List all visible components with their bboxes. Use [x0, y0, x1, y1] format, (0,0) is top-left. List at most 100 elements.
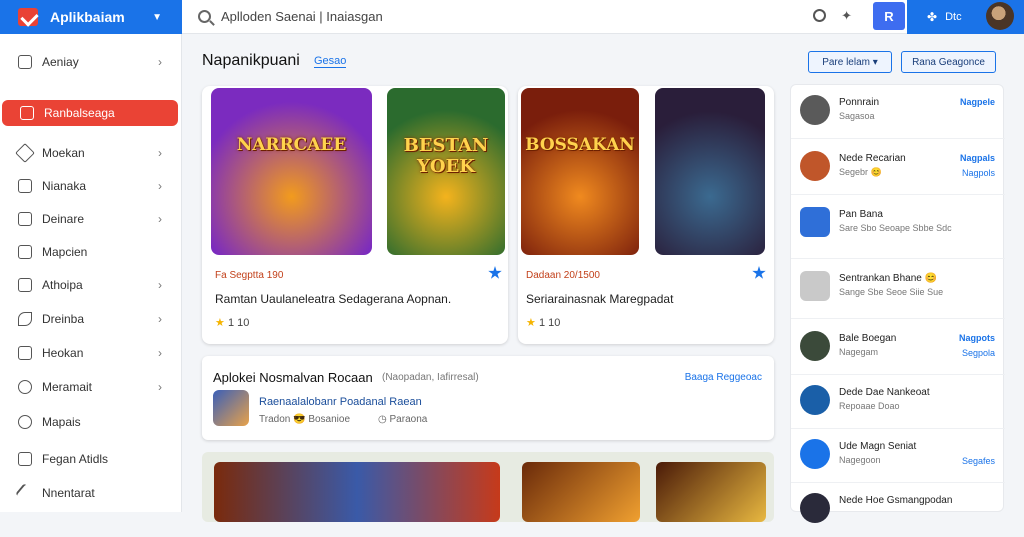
- pen-icon: [15, 483, 35, 503]
- see-all-link[interactable]: Gesao: [314, 55, 347, 68]
- featured-subtitle: (Naopadan, Iafirresal): [382, 372, 479, 383]
- account-menu[interactable]: ✤ Dtc: [907, 0, 1024, 34]
- avatar[interactable]: [800, 385, 830, 415]
- item-name: Sentrankan Bhane 😊: [839, 273, 938, 284]
- chevron-right-icon: ›: [158, 278, 162, 292]
- list-item[interactable]: Dede Dae Nankeoat Repoaae Doao: [791, 375, 1005, 429]
- list-item[interactable]: Sentrankan Bhane 😊 Sange Sbe Seoe Siie Su…: [791, 261, 1005, 319]
- list-item[interactable]: Bale Boegan Nagegam Nagpots Segpola: [791, 321, 1005, 375]
- profile-button[interactable]: R: [873, 2, 905, 30]
- sort-button[interactable]: Rana Geagonce: [901, 51, 996, 73]
- app-name[interactable]: Raenaalalobanr Poadanal Raean: [259, 396, 422, 408]
- game-thumbnail[interactable]: [656, 462, 766, 522]
- star-icon: ★: [526, 317, 536, 329]
- app-icon[interactable]: [800, 271, 830, 301]
- list-item[interactable]: Nede Hoe Gsmangpodan: [791, 483, 1005, 537]
- sidebar-item[interactable]: Dreinba ›: [0, 306, 182, 332]
- list-item[interactable]: Pan Bana Sare Sbo Seoape Sbbe Sdc: [791, 197, 1005, 259]
- sidebar-item-label: Mapais: [42, 415, 81, 429]
- app-icon[interactable]: [213, 390, 249, 426]
- favorite-star-icon[interactable]: [488, 266, 502, 279]
- avatar[interactable]: [800, 151, 830, 181]
- circle-icon[interactable]: [813, 9, 826, 22]
- search-bar[interactable]: ✦: [186, 0, 862, 33]
- sidebar-item[interactable]: Fegan Atidls: [0, 446, 182, 472]
- chevron-right-icon: ›: [158, 346, 162, 360]
- folder-icon: [20, 106, 34, 120]
- star-icon: ★: [215, 317, 225, 329]
- sidebar-item[interactable]: Nianaka ›: [0, 173, 182, 199]
- game-thumbnail[interactable]: [522, 462, 640, 522]
- shield-icon: [18, 346, 32, 360]
- game-thumbnail-title: BESTAN YOEK: [403, 134, 489, 177]
- extension-icon[interactable]: ✦: [841, 8, 852, 24]
- avatar[interactable]: [800, 95, 830, 125]
- item-name: Ude Magn Seniat: [839, 441, 917, 452]
- list-item[interactable]: Ude Magn Seniat Nagegoon Segafes: [791, 429, 1005, 483]
- sidebar-item-label: Meramait: [42, 380, 93, 394]
- item-meta: Nagpols: [961, 168, 995, 178]
- chevron-down-icon[interactable]: ▼: [152, 12, 162, 23]
- game-card-right[interactable]: BOSSAKAN Dadaan 20/1500 Seriarainasnak M…: [518, 86, 774, 344]
- list-item[interactable]: Nede Recarian Segebr 😊 Nagpals Nagpols: [791, 141, 1005, 195]
- item-action[interactable]: Nagpots: [959, 333, 995, 343]
- app-meta: Tradon 😎 Bosanioe: [259, 414, 351, 425]
- sidebar-item[interactable]: Heokan ›: [0, 340, 182, 366]
- game-thumbnail[interactable]: [655, 88, 765, 255]
- item-subtitle: Sange Sbe Seoe Siie Sue: [839, 287, 944, 297]
- check-icon[interactable]: [800, 439, 830, 469]
- item-name: Dede Dae Nankeoat: [839, 387, 930, 398]
- sidebar-item-label: Moekan: [42, 146, 85, 160]
- featured-section: Aplokei Nosmalvan Rocaan (Naopadan, Iafi…: [202, 356, 774, 440]
- item-subtitle: Sare Sbo Seoape Sbbe Sdc: [839, 223, 952, 233]
- chevron-right-icon: ›: [158, 146, 162, 160]
- sidebar-item[interactable]: Athoipa ›: [0, 272, 182, 298]
- app-brand[interactable]: Aplikbaiam ▼: [0, 0, 182, 34]
- sidebar-item[interactable]: Aeniay ›: [0, 49, 182, 75]
- sidebar-item[interactable]: Mapcien: [0, 239, 182, 265]
- sidebar-item[interactable]: Meramait ›: [0, 374, 182, 400]
- game-thumbnail-title: BOSSAKAN: [525, 134, 635, 155]
- game-thumbnail[interactable]: [214, 462, 500, 522]
- sidebar-item-label: Nnentarat: [42, 486, 95, 500]
- item-name: Pan Bana: [839, 209, 883, 220]
- item-action[interactable]: Nagpals: [960, 153, 995, 163]
- game-thumbnail[interactable]: BOSSAKAN: [521, 88, 639, 255]
- sidebar-item[interactable]: Deinare ›: [0, 206, 182, 232]
- game-thumbnail-title: NARRCAEE: [236, 134, 347, 155]
- search-icon: [198, 10, 211, 23]
- avatar[interactable]: [800, 331, 830, 361]
- game-card-left[interactable]: NARRCAEE BESTAN YOEK Fa Segptta 190 Ramt…: [202, 86, 508, 344]
- search-input[interactable]: [221, 9, 781, 24]
- avatar[interactable]: [800, 493, 830, 523]
- item-subtitle: Sagasoa: [839, 111, 875, 121]
- chevron-right-icon: ›: [158, 212, 162, 226]
- sidebar-item[interactable]: Mapais: [0, 409, 182, 435]
- app-icon[interactable]: [800, 207, 830, 237]
- rating-value: 1 10: [538, 317, 561, 329]
- item-action[interactable]: Nagpele: [960, 97, 995, 107]
- filter-button-label: Pare lelam: [822, 56, 870, 68]
- featured-link[interactable]: Baaga Reggeoac: [685, 372, 762, 383]
- game-thumbnail[interactable]: BESTAN YOEK: [387, 88, 505, 255]
- rating-value: 1 10: [227, 317, 250, 329]
- chevron-right-icon: ›: [158, 380, 162, 394]
- filter-button[interactable]: Pare lelam ▾: [808, 51, 892, 73]
- item-subtitle: Repoaae Doao: [839, 401, 900, 411]
- sidebar-item-label: Athoipa: [42, 278, 83, 292]
- sidebar-item[interactable]: Moekan ›: [0, 140, 182, 166]
- list-item[interactable]: Ponnrain Sagasoa Nagpele: [791, 85, 1005, 139]
- game-title[interactable]: Ramtan Uaulaneleatra Sedagerana Aopnan.: [215, 292, 451, 306]
- sidebar-item-active[interactable]: Ranbalseaga: [2, 100, 178, 126]
- game-title[interactable]: Seriarainasnak Maregpadat: [526, 292, 673, 306]
- item-subtitle: Segebr 😊: [839, 167, 882, 177]
- tag-icon: [18, 312, 32, 326]
- chevron-right-icon: ›: [158, 55, 162, 69]
- sidebar-item-label: Deinare: [42, 212, 85, 226]
- sidebar-item[interactable]: Nnentarat: [0, 480, 182, 506]
- rating: ★ 1 10: [526, 316, 560, 329]
- avatar[interactable]: [986, 2, 1014, 30]
- game-thumbnail[interactable]: NARRCAEE: [211, 88, 372, 255]
- favorite-star-icon[interactable]: [752, 266, 766, 279]
- top-bar: Aplikbaiam ▼ ✦ R ✤ Dtc: [0, 0, 1024, 34]
